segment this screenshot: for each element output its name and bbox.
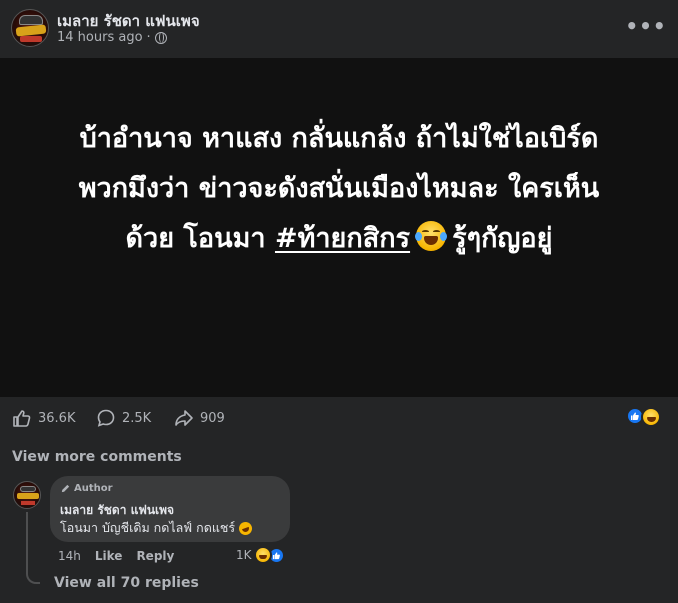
reply-thread-line — [26, 512, 40, 584]
comment-text-content: โอนมา บัญชีเดิม กดไลฟ์ กดแชร์ — [60, 520, 236, 535]
post-text-line: บ้าอำนาจ หาแสง กลั่นแกล้ง ถ้าไม่ใช่ไอเบิ… — [79, 123, 599, 154]
view-all-replies-link[interactable]: View all 70 replies — [54, 575, 199, 591]
post-time[interactable]: 14 hours ago — [57, 30, 143, 45]
post-text-line: พวกมึงว่า ข่าวจะดังสนั่นเมืองไหมละ ใครเห… — [78, 173, 600, 204]
more-options-icon[interactable]: ••• — [625, 14, 665, 38]
post-text: บ้าอำนาจ หาแสง กลั่นแกล้ง ถ้าไม่ใช่ไอเบิ… — [20, 114, 658, 264]
comment-text: โอนมา บัญชีเดิม กดไลฟ์ กดแชร์ — [60, 518, 254, 538]
comment-icon — [97, 409, 115, 427]
comment-reaction-count: 1K — [236, 548, 252, 562]
post-header: เมลาย รัชดา แฟนเพจ 14 hours ago · ••• — [0, 0, 678, 58]
share-stat[interactable]: 909 — [174, 408, 225, 428]
comment-bubble: Author เมลาย รัชดา แฟนเพจ โอนมา บัญชีเดิ… — [50, 476, 290, 542]
comment-reply-button[interactable]: Reply — [136, 549, 174, 563]
share-count: 909 — [200, 410, 225, 426]
globe-icon[interactable] — [154, 31, 167, 44]
like-stat[interactable]: 36.6K — [12, 408, 75, 428]
post-text-segment: ด้วย โอนมา — [125, 223, 275, 254]
author-badge: Author — [60, 483, 113, 494]
share-icon — [175, 410, 193, 426]
like-count: 36.6K — [38, 410, 76, 426]
comment-avatar[interactable] — [13, 481, 41, 509]
author-badge-label: Author — [74, 483, 113, 494]
comment-count: 2.5K — [122, 410, 152, 426]
pencil-icon — [61, 484, 70, 493]
haha-reaction-icon — [253, 546, 272, 564]
page-avatar[interactable] — [11, 9, 49, 47]
comment-actions: 14h Like Reply — [58, 549, 174, 563]
view-more-comments-link[interactable]: View more comments — [12, 449, 182, 465]
comment-time[interactable]: 14h — [58, 549, 81, 563]
post-text-segment: รู้ๆกัญอยู่ — [452, 223, 553, 254]
engagement-bar: 36.6K 2.5K 909 — [0, 398, 678, 438]
meta-separator: · — [146, 30, 151, 45]
thumbs-up-icon — [13, 410, 31, 427]
comment-like-button[interactable]: Like — [95, 549, 123, 563]
hashtag-link[interactable]: #ท้ายกสิกร — [275, 223, 410, 254]
comment-stat[interactable]: 2.5K — [96, 408, 151, 428]
reaction-icons[interactable] — [626, 407, 661, 427]
comment-reactions[interactable]: 1K — [236, 546, 285, 564]
tears-of-joy-emoji-icon — [415, 221, 448, 251]
haha-reaction-icon — [641, 407, 661, 427]
rofl-emoji-icon — [237, 519, 254, 537]
post-text-line: ด้วย โอนมา #ท้ายกสิกร รู้ๆกัญอยู่ — [20, 214, 658, 264]
post-meta: 14 hours ago · — [57, 30, 167, 45]
